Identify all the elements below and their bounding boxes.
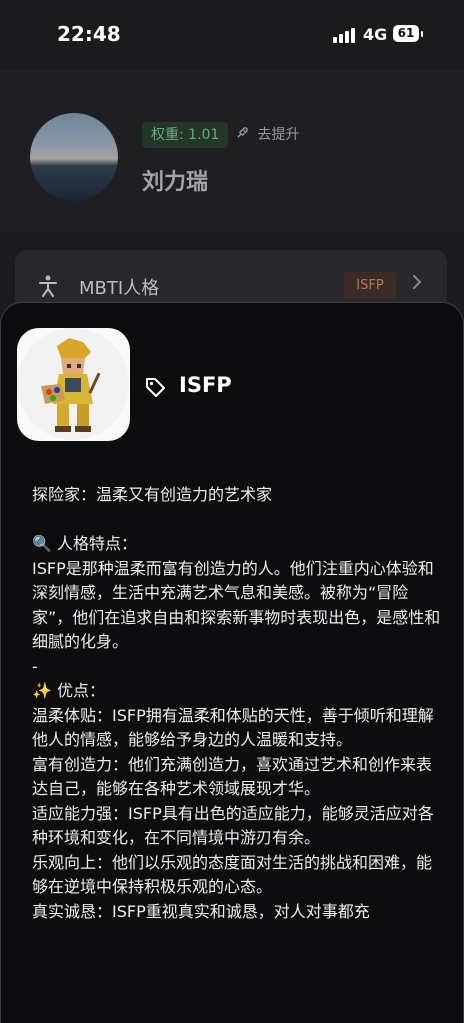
divider-dash: - bbox=[32, 656, 38, 676]
strength-item: 真实诚恳：ISFP重视真实和诚恳，对人对事都充 bbox=[32, 901, 370, 921]
boost-label: 去提升 bbox=[257, 127, 300, 143]
character-image bbox=[17, 328, 130, 441]
profile-header: 权重: 1.01 去提升 刘力瑞 bbox=[0, 70, 464, 232]
strength-item: 富有创造力：他们充满创造力，喜欢通过艺术和创作来表达自己，能够在各种艺术领域展现… bbox=[32, 754, 433, 799]
boost-button[interactable]: 去提升 bbox=[236, 124, 299, 146]
signal-icon bbox=[333, 27, 355, 43]
strength-item: 温柔体贴：ISFP拥有温柔和体贴的天性，善于倾听和理解他人的情感，能够给予身边的… bbox=[32, 705, 434, 750]
person-icon bbox=[39, 275, 57, 297]
weight-badge: 权重: 1.01 bbox=[142, 122, 229, 148]
tag-icon bbox=[146, 378, 165, 397]
personality-type-title: ISFP bbox=[179, 373, 232, 397]
battery-icon: 61 bbox=[393, 25, 423, 42]
section-heading-strengths: ✨ 优点： bbox=[32, 681, 106, 700]
strength-item: 乐观向上：他们以乐观的态度面对生活的挑战和困难，能够在逆境中保持积极乐观的心态。 bbox=[32, 852, 433, 897]
status-bar: 22:48 4G 61 bbox=[0, 0, 464, 70]
personality-description: 探险家：温柔又有创造力的艺术家 🔍 人格特点： ISFP是那种温柔而富有创造力的… bbox=[32, 483, 442, 924]
mbti-detail-sheet: ISFP 探险家：温柔又有创造力的艺术家 🔍 人格特点： ISFP是那种温柔而富… bbox=[0, 302, 464, 1023]
status-time: 22:48 bbox=[57, 22, 121, 46]
mbti-label: MBTI人格 bbox=[79, 278, 160, 299]
rocket-icon bbox=[236, 127, 253, 143]
user-name: 刘力瑞 bbox=[142, 170, 209, 195]
network-label: 4G bbox=[363, 25, 388, 44]
strength-item: 适应能力强：ISFP具有出色的适应能力，能够灵活应对各种环境和变化，在不同情境中… bbox=[32, 803, 434, 848]
chevron-right-icon[interactable] bbox=[411, 274, 423, 295]
subtitle: 探险家：温柔又有创造力的艺术家 bbox=[32, 485, 273, 504]
traits-text: ISFP是那种温柔而富有创造力的人。他们注重内心体验和深刻情感，生活中充满艺术气… bbox=[32, 558, 441, 652]
avatar[interactable] bbox=[30, 113, 118, 201]
mbti-type-badge: ISFP bbox=[344, 272, 396, 299]
section-heading-traits: 🔍 人格特点： bbox=[32, 534, 138, 553]
